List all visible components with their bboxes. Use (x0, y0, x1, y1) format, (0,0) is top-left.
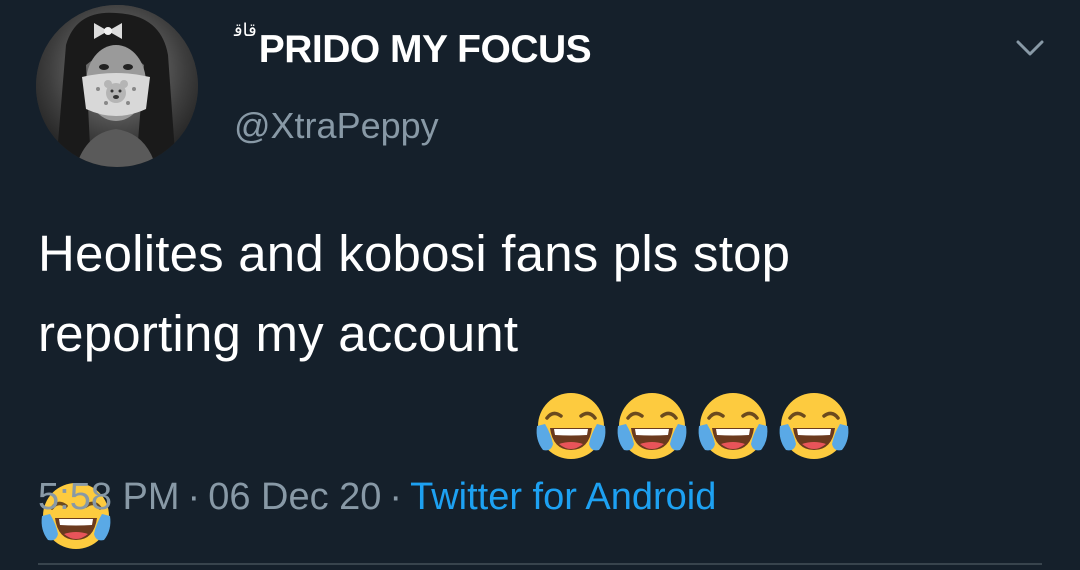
tweet-text-line-1: Heolites and kobosi fans pls stop (38, 225, 791, 282)
tweet-meta: 5:58 PM · 06 Dec 20 · Twitter for Android (38, 472, 716, 522)
avatar-image (36, 5, 198, 167)
laughing-emoji-icon (614, 308, 690, 459)
avatar[interactable] (36, 5, 198, 167)
tweet-text: Heolites and kobosi fans pls stop report… (38, 214, 1048, 549)
meta-separator: · (389, 476, 403, 518)
laughing-emoji-icon (776, 308, 852, 459)
tweet-source-link[interactable]: Twitter for Android (410, 476, 716, 518)
tweet-date: 06 Dec 20 (208, 476, 382, 518)
tweet-card[interactable]: ﻗﺎﻗ PRIDO MY FOCUS @XtraPeppy Heolites a… (0, 0, 1080, 570)
laughing-emoji-icon (38, 398, 114, 549)
user-handle[interactable]: @XtraPeppy (234, 104, 439, 148)
tweet-time: 5:58 PM (38, 476, 180, 518)
author-name-row[interactable]: ﻗﺎﻗ PRIDO MY FOCUS (234, 22, 592, 74)
name-glyph: ﻗﺎﻗ (234, 20, 257, 41)
tweet-text-line-2: reporting my account (38, 305, 533, 362)
chevron-down-icon[interactable] (1008, 30, 1052, 66)
laughing-emoji-icon (533, 308, 609, 459)
laughing-emoji-icon (695, 308, 771, 459)
meta-separator: · (187, 476, 201, 518)
display-name[interactable]: PRIDO MY FOCUS (259, 26, 592, 74)
divider (38, 563, 1042, 565)
